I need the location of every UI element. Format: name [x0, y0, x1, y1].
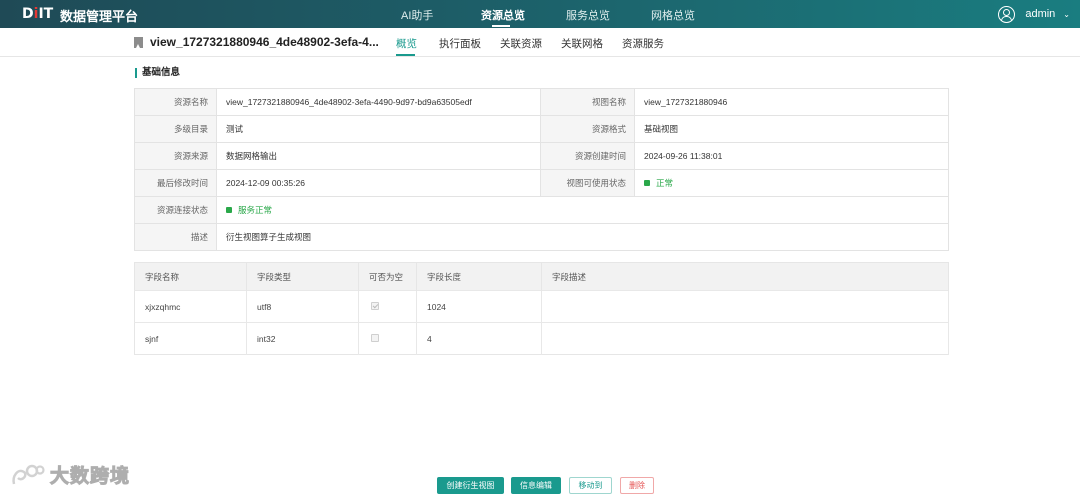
cell-field-type: int32	[246, 322, 359, 355]
user-menu[interactable]: admin ⌄	[998, 4, 1070, 24]
info-label: 资源来源	[134, 142, 217, 170]
info-value: view_1727321880946	[634, 88, 949, 116]
status-text: 正常	[656, 178, 674, 188]
section-title-basic-info: 基础信息	[135, 68, 180, 78]
bookmark-icon	[134, 37, 143, 48]
create-derived-view-button[interactable]: 创建衍生视图	[437, 477, 504, 494]
nullable-checkbox	[371, 301, 379, 310]
nav-item-resource-overview[interactable]: 资源总览	[481, 7, 525, 23]
cell-field-length: 4	[416, 322, 542, 355]
column-header: 字段类型	[246, 262, 359, 291]
info-label: 描述	[134, 223, 217, 251]
cell-field-desc	[541, 290, 949, 323]
nullable-checkbox	[371, 333, 379, 342]
status-dot-icon	[644, 180, 650, 186]
chevron-down-icon: ⌄	[1063, 9, 1070, 19]
info-label: 多级目录	[134, 115, 217, 143]
cell-nullable	[358, 322, 417, 355]
column-header: 字段名称	[134, 262, 247, 291]
connection-status: 服务正常	[216, 196, 949, 224]
info-label: 视图名称	[540, 88, 635, 116]
info-label: 视图可使用状态	[540, 169, 635, 197]
info-label: 资源连接状态	[134, 196, 217, 224]
status-text: 服务正常	[238, 205, 273, 215]
top-nav-bar: DiIT 数据管理平台 AI助手 资源总览 服务总览 网格总览 admin ⌄	[0, 0, 1080, 28]
table-header-row: 字段名称 字段类型 可否为空 字段长度 字段描述	[134, 262, 949, 291]
info-value: 测试	[216, 115, 541, 143]
tab-active-indicator	[396, 54, 415, 56]
column-header: 字段描述	[541, 262, 949, 291]
column-header: 可否为空	[358, 262, 417, 291]
fields-table: 字段名称 字段类型 可否为空 字段长度 字段描述 xjxzqhmc utf8 1…	[134, 262, 949, 355]
info-label: 资源名称	[134, 88, 217, 116]
tab-related-grids[interactable]: 关联网格	[561, 36, 603, 51]
info-row: 多级目录 测试 资源格式 基础视图	[134, 115, 949, 143]
cell-field-desc	[541, 322, 949, 355]
nav-active-indicator	[492, 25, 510, 27]
info-value-description: 衍生视图算子生成视图	[216, 223, 949, 251]
info-label: 最后修改时间	[134, 169, 217, 197]
info-label: 资源创建时间	[540, 142, 635, 170]
view-title: view_1727321880946_4de48902-3efa-4...	[150, 35, 379, 49]
status-dot-icon	[226, 207, 232, 213]
view-availability-status: 正常	[634, 169, 949, 197]
tab-overview[interactable]: 概览	[396, 36, 417, 51]
info-value: 基础视图	[634, 115, 949, 143]
view-header: view_1727321880946_4de48902-3efa-4... 概览…	[0, 28, 1080, 57]
info-row: 资源名称 view_1727321880946_4de48902-3efa-44…	[134, 88, 949, 116]
table-row: sjnf int32 4	[134, 322, 949, 355]
move-to-button[interactable]: 移动到	[569, 477, 612, 494]
watermark: 大数跨境	[10, 461, 130, 488]
watermark-logo-icon	[12, 464, 45, 484]
cell-field-name: sjnf	[134, 322, 247, 355]
info-row: 最后修改时间 2024-12-09 00:35:26 视图可使用状态 正常	[134, 169, 949, 197]
info-value: view_1727321880946_4de48902-3efa-4490-9d…	[216, 88, 541, 116]
info-value: 2024-12-09 00:35:26	[216, 169, 541, 197]
column-header: 字段长度	[416, 262, 542, 291]
table-row: xjxzqhmc utf8 1024	[134, 290, 949, 323]
user-avatar-icon	[998, 5, 1016, 23]
edit-info-button[interactable]: 信息编辑	[511, 477, 561, 494]
info-value: 2024-09-26 11:38:01	[634, 142, 949, 170]
cell-nullable	[358, 290, 417, 323]
info-row: 资源连接状态 服务正常	[134, 196, 949, 224]
cell-field-type: utf8	[246, 290, 359, 323]
delete-button[interactable]: 删除	[620, 477, 654, 494]
status-badge: 正常	[644, 177, 673, 189]
nav-item-grid-overview[interactable]: 网格总览	[651, 7, 695, 23]
nav-item-ai-assistant[interactable]: AI助手	[401, 7, 433, 23]
tab-execution-panel[interactable]: 执行面板	[439, 36, 481, 51]
info-row: 资源来源 数据网格输出 资源创建时间 2024-09-26 11:38:01	[134, 142, 949, 170]
status-badge: 服务正常	[226, 204, 272, 216]
info-value: 数据网格输出	[216, 142, 541, 170]
cell-field-name: xjxzqhmc	[134, 290, 247, 323]
tab-related-resources[interactable]: 关联资源	[500, 36, 542, 51]
nav-item-service-overview[interactable]: 服务总览	[566, 7, 610, 23]
watermark-text: 大数跨境	[49, 466, 131, 488]
tab-resource-services[interactable]: 资源服务	[622, 36, 664, 51]
main-nav: AI助手 资源总览 服务总览 网格总览	[0, 0, 1080, 28]
info-row: 描述 衍生视图算子生成视图	[134, 223, 949, 251]
info-label: 资源格式	[540, 115, 635, 143]
cell-field-length: 1024	[416, 290, 542, 323]
basic-info-table: 资源名称 view_1727321880946_4de48902-3efa-44…	[134, 88, 949, 251]
user-name: admin	[1025, 8, 1056, 20]
